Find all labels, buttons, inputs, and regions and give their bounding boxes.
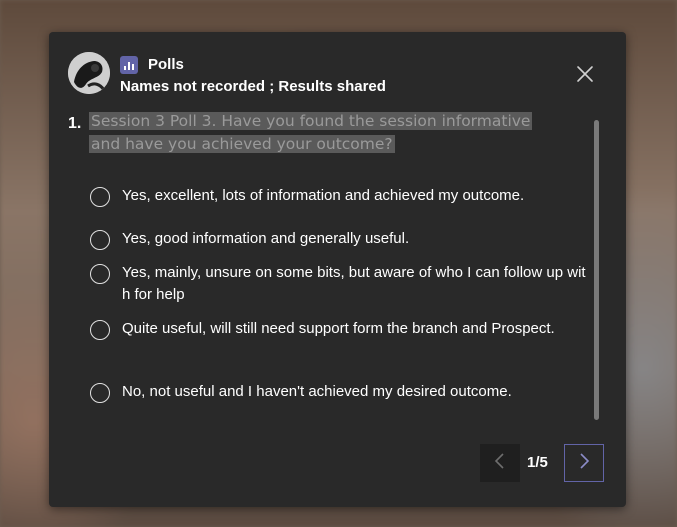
radio-button[interactable] <box>90 264 110 284</box>
page-indicator: 1/5 <box>527 454 548 471</box>
chevron-right-icon <box>577 451 591 476</box>
option-label: Quite useful, will still need support fo… <box>122 320 555 337</box>
scrollbar[interactable] <box>594 120 599 420</box>
avatar <box>68 52 110 94</box>
radio-button[interactable] <box>90 320 110 340</box>
poll-option[interactable]: Yes, good information and generally usef… <box>90 228 590 250</box>
close-icon[interactable] <box>575 64 595 84</box>
previous-question-button[interactable] <box>480 444 520 482</box>
option-label: No, not useful and I haven't achieved my… <box>122 383 512 400</box>
polls-bar-chart-icon <box>120 56 138 74</box>
radio-button[interactable] <box>90 230 110 250</box>
poll-option[interactable]: No, not useful and I haven't achieved my… <box>90 381 590 403</box>
option-label: Yes, good information and generally usef… <box>122 230 410 247</box>
next-question-button[interactable] <box>564 444 604 482</box>
question-number: 1. <box>68 115 82 132</box>
poll-subtitle: Names not recorded ; Results shared <box>120 78 386 95</box>
poll-option[interactable]: Quite useful, will still need support fo… <box>90 318 590 340</box>
app-name: Polls <box>148 56 184 73</box>
radio-button[interactable] <box>90 383 110 403</box>
chevron-left-icon <box>493 451 507 476</box>
poll-option[interactable]: Yes, excellent, lots of information and … <box>90 185 590 207</box>
poll-card: Polls Names not recorded ; Results share… <box>49 32 626 507</box>
option-label: Yes, mainly, unsure on some bits, but aw… <box>122 264 586 303</box>
question-text: Session 3 Poll 3. Have you found the ses… <box>89 110 559 156</box>
radio-button[interactable] <box>90 187 110 207</box>
poll-option[interactable]: Yes, mainly, unsure on some bits, but aw… <box>90 262 590 306</box>
option-label: Yes, excellent, lots of information and … <box>122 187 525 204</box>
question-text-content: Session 3 Poll 3. Have you found the ses… <box>89 112 533 153</box>
